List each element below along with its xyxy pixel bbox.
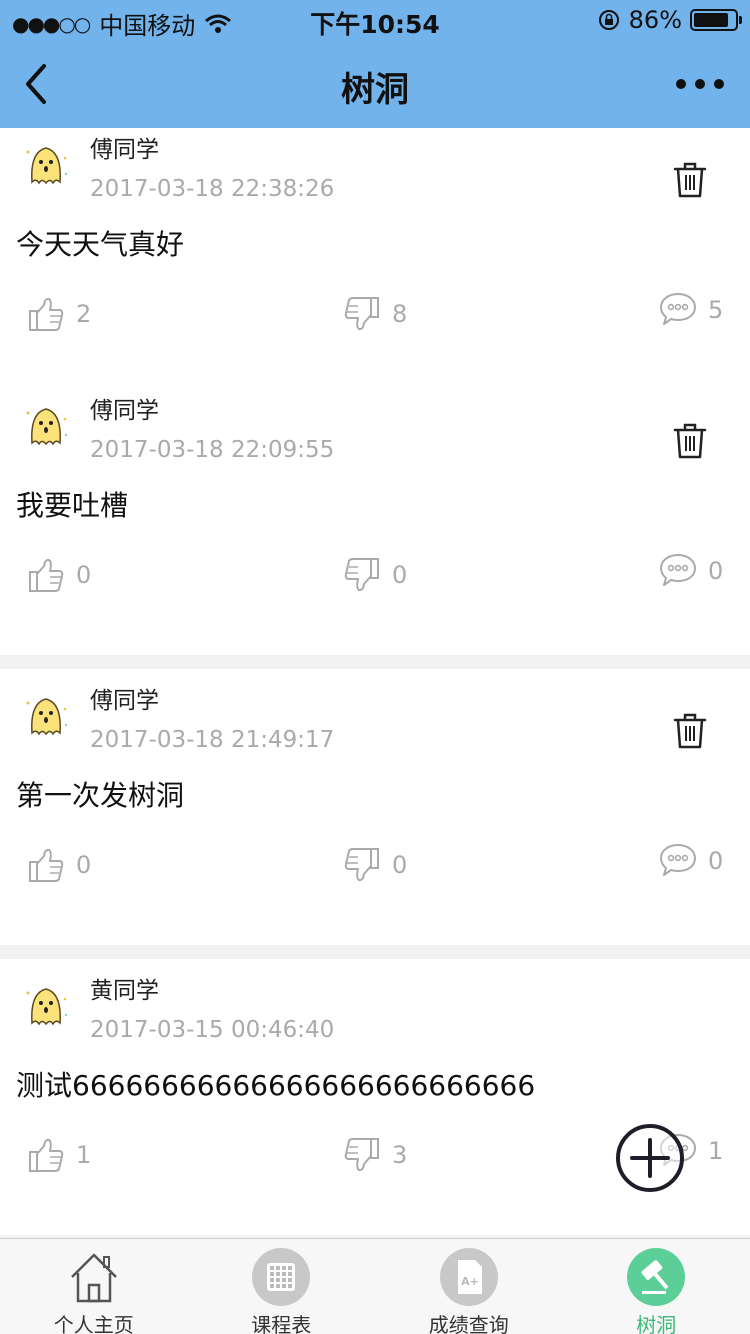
like-count: 2 — [76, 300, 92, 328]
comment-bubble-icon — [660, 554, 696, 586]
thumbs-up-icon — [29, 848, 64, 882]
tab-home[interactable]: 个人主页 — [0, 1239, 188, 1334]
like-count: 1 — [76, 1141, 92, 1169]
post-timestamp: 2017-03-18 21:49:17 — [90, 727, 335, 753]
thumbs-up-icon — [29, 558, 64, 592]
post-content: 我要吐槽 — [16, 489, 129, 522]
tab-bar: 个人主页 课程表 A+ 成绩查询 树洞 — [0, 1238, 750, 1334]
dislike-count: 3 — [392, 1141, 408, 1169]
grid-icon — [252, 1248, 311, 1306]
like-button[interactable]: 0 — [26, 555, 91, 595]
thumbs-up-icon — [29, 297, 64, 331]
dislike-button[interactable]: 0 — [342, 555, 407, 595]
avatar-ghost-icon[interactable] — [20, 399, 72, 451]
dislike-button[interactable]: 3 — [342, 1135, 407, 1175]
delete-trash-icon[interactable] — [670, 160, 710, 200]
dislike-count: 0 — [392, 851, 408, 879]
thumbs-down-icon — [344, 558, 379, 592]
nav-bar: 树洞 — [0, 40, 750, 128]
rotation-lock-icon — [598, 10, 619, 30]
grade-doc-icon: A+ — [439, 1248, 498, 1306]
home-icon — [70, 1253, 117, 1303]
avatar-ghost-icon[interactable] — [20, 689, 72, 741]
post-card: 傅同学 2017-03-18 22:38:26 今天天气真好 2 8 5 — [0, 128, 750, 394]
like-button[interactable]: 1 — [26, 1135, 91, 1175]
avatar-ghost-icon[interactable] — [20, 979, 72, 1031]
dislike-count: 0 — [392, 561, 408, 589]
delete-trash-icon[interactable] — [670, 421, 710, 461]
comment-count: 0 — [708, 557, 724, 585]
more-menu-button[interactable] — [676, 70, 724, 98]
dislike-button[interactable]: 0 — [342, 845, 407, 885]
like-button[interactable]: 2 — [26, 294, 91, 334]
dislike-count: 8 — [392, 300, 408, 328]
post-card: 傅同学 2017-03-18 21:49:17 第一次发树洞 0 0 0 — [0, 669, 750, 945]
thumbs-up-icon — [29, 1138, 64, 1172]
thumbs-down-icon — [344, 1138, 379, 1172]
battery-fill — [694, 13, 728, 27]
post-author: 傅同学 — [90, 137, 159, 163]
post-author: 黄同学 — [90, 978, 159, 1004]
svg-text:A+: A+ — [461, 1275, 479, 1288]
post-content: 测试66666666666666666666666666 — [16, 1069, 536, 1102]
battery-percent: 86% — [628, 6, 682, 34]
tab-label: 成绩查询 — [428, 1313, 509, 1334]
comment-count: 0 — [708, 847, 724, 875]
tab-label: 个人主页 — [53, 1313, 134, 1334]
comment-button[interactable]: 5 — [658, 290, 723, 330]
comment-bubble-icon — [660, 293, 696, 325]
post-feed[interactable]: 傅同学 2017-03-18 22:38:26 今天天气真好 2 8 5 傅同学 2017-0… — [0, 128, 750, 1238]
like-count: 0 — [76, 851, 92, 879]
post-timestamp: 2017-03-18 22:38:26 — [90, 176, 335, 202]
comment-count: 1 — [708, 1137, 724, 1165]
dislike-button[interactable]: 8 — [342, 294, 407, 334]
post-author: 傅同学 — [90, 398, 159, 424]
status-bar: ●●●○○ 中国移动 下午10:54 86% — [0, 0, 750, 40]
post-content: 今天天气真好 — [16, 228, 185, 261]
thumbs-down-icon — [344, 848, 379, 882]
post-timestamp: 2017-03-18 22:09:55 — [90, 437, 335, 463]
status-right: 86% — [597, 6, 742, 34]
like-button[interactable]: 0 — [26, 845, 91, 885]
avatar-ghost-icon[interactable] — [20, 138, 72, 190]
delete-trash-icon[interactable] — [670, 711, 710, 751]
post-content: 第一次发树洞 — [16, 779, 185, 812]
comment-button[interactable]: 0 — [658, 551, 723, 591]
comment-count: 5 — [708, 296, 724, 324]
tab-grades[interactable]: A+ 成绩查询 — [375, 1239, 563, 1334]
comment-button[interactable]: 0 — [658, 841, 723, 881]
top-bar: ●●●○○ 中国移动 下午10:54 86% 树洞 — [0, 0, 750, 128]
tab-schedule[interactable]: 课程表 — [188, 1239, 376, 1334]
post-author: 傅同学 — [90, 688, 159, 714]
comment-bubble-icon — [660, 844, 696, 876]
battery-icon — [690, 9, 742, 31]
gavel-icon — [627, 1248, 686, 1306]
page-title: 树洞 — [341, 70, 409, 110]
tab-label: 课程表 — [251, 1313, 312, 1334]
post-timestamp: 2017-03-15 00:46:40 — [90, 1017, 335, 1043]
post-card: 傅同学 2017-03-18 22:09:55 我要吐槽 0 0 0 — [0, 379, 750, 655]
like-count: 0 — [76, 561, 92, 589]
more-dot-icon — [714, 79, 724, 89]
thumbs-down-icon — [344, 297, 379, 331]
more-dot-icon — [676, 79, 686, 89]
more-dot-icon — [695, 79, 705, 89]
add-post-button[interactable] — [614, 1122, 686, 1194]
tab-treehole[interactable]: 树洞 — [563, 1239, 750, 1334]
tab-label: 树洞 — [636, 1313, 677, 1334]
